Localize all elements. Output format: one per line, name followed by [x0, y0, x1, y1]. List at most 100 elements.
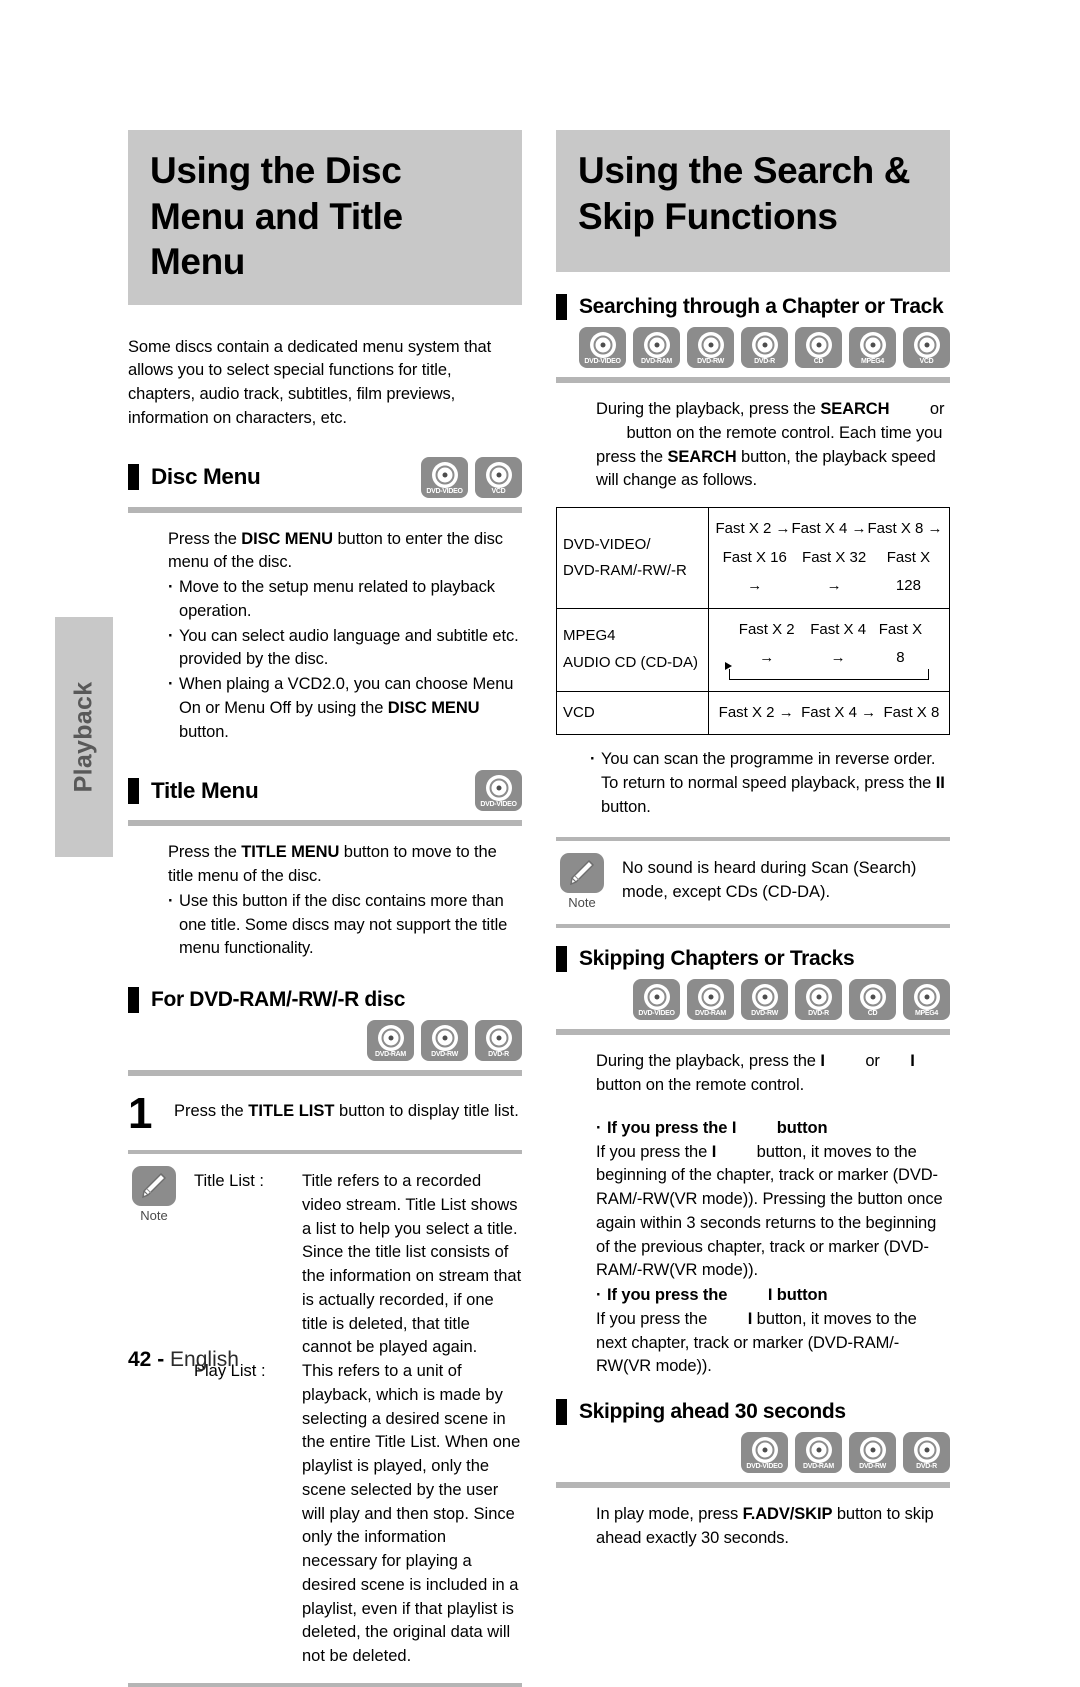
- section-heading-skip-ahead: Skipping ahead 30 seconds: [556, 1399, 950, 1425]
- note-caption: Note: [568, 895, 596, 911]
- table-row: DVD-VIDEO/ DVD-RAM/-RW/-R Fast X 2 → Fas…: [556, 507, 950, 609]
- skip-ahead-text: In play mode, press F.ADV/SKIP button to…: [596, 1505, 934, 1547]
- skip-prev-glyph-icon: I: [820, 1052, 825, 1071]
- list-item: Move to the setup menu related to playba…: [168, 576, 522, 624]
- playback-speed-table: DVD-VIDEO/ DVD-RAM/-RW/-R Fast X 2 → Fas…: [556, 507, 950, 735]
- disc-icon-label: DVD-R: [916, 1463, 937, 1470]
- disc-ring-icon: [697, 332, 724, 358]
- disc-icon-row-disc-menu: DVD-VIDEO VCD: [421, 456, 522, 498]
- skipping-intro: During the playback, press the I or I bu…: [556, 1050, 950, 1379]
- page-number: 42: [128, 1348, 152, 1371]
- numbered-step-1: 1 Press the TITLE LIST button to display…: [128, 1089, 522, 1138]
- speed-value: Fast X 32 →: [802, 548, 867, 595]
- section-heading-dvd-ram: For DVD-RAM/-RW/-R disc: [128, 987, 522, 1013]
- side-tab-label: Playback: [69, 681, 98, 793]
- format-label: DVD-VIDEO/: [563, 535, 651, 553]
- disc-icon-dvd-ram: DVD-RAM: [367, 1020, 414, 1061]
- disc-icon-vcd: VCD: [903, 327, 950, 368]
- chapter-banner-search-skip: Using the Search & Skip Functions: [556, 130, 950, 272]
- bullet-square-icon: [128, 464, 139, 490]
- section-heading-title-menu: Title Menu DVD-VIDEO: [128, 770, 522, 812]
- speed-value: Fast X 2 →: [738, 620, 795, 667]
- disc-icon-mpeg4: MPEG4: [903, 979, 950, 1021]
- skipping-intro-text: During the playback, press the I or I bu…: [596, 1052, 915, 1094]
- list-item: Use this button if the disc contains mor…: [168, 890, 522, 961]
- disc-icon-label: DVD-VIDEO: [480, 801, 517, 809]
- disc-ring-icon: [859, 1437, 886, 1463]
- section-heading-skipping: Skipping Chapters or Tracks: [556, 946, 950, 973]
- disc-icon-label: VCD: [491, 487, 506, 495]
- disc-icon-dvd-r: DVD-R: [741, 327, 788, 368]
- disc-icon-label: DVD-VIDEO: [584, 358, 621, 365]
- disc-icon-label: DVD-VIDEO: [638, 1010, 675, 1018]
- table-cell-format: VCD: [556, 690, 709, 735]
- note-text: Title List : Title refers to a recorded …: [180, 1166, 522, 1669]
- table-cell-speeds: Fast X 2 → Fast X 4 → Fast X 8: [708, 607, 950, 692]
- list-item: When plaing a VCD2.0, you can choose Men…: [168, 673, 522, 744]
- section-divider: [128, 1070, 522, 1076]
- title-menu-bullet-list: Use this button if the disc contains mor…: [168, 890, 522, 961]
- disc-icon-dvd-rw: DVD-RW: [741, 979, 788, 1021]
- disc-ring-icon: [805, 984, 832, 1011]
- disc-icon-dvd-video: DVD-VIDEO: [475, 770, 522, 812]
- skip-next-glyph-icon: I: [910, 1052, 915, 1071]
- definition-list: Title List : Title refers to a recorded …: [194, 1170, 522, 1669]
- skip-prev-glyph-icon: I: [731, 1118, 737, 1137]
- disc-ring-icon: [751, 332, 778, 358]
- disc-icon-vcd: VCD: [475, 456, 522, 498]
- disc-menu-bullet-list: Move to the setup menu related to playba…: [168, 576, 522, 744]
- disc-ring-icon: [859, 332, 886, 358]
- section-title: Skipping Chapters or Tracks: [579, 947, 855, 971]
- format-label: VCD: [563, 703, 595, 721]
- disc-icon-dvd-video: DVD-VIDEO: [421, 456, 468, 498]
- skip-next-bullet: If you press the I button: [596, 1284, 950, 1308]
- chapter-title: Using the Search & Skip Functions: [578, 150, 911, 237]
- disc-ring-icon: [913, 1437, 940, 1463]
- format-label: MPEG4: [563, 627, 616, 645]
- disc-ring-icon: [805, 1437, 832, 1463]
- disc-icon-dvd-ram: DVD-RAM: [795, 1432, 842, 1473]
- disc-icon-label: DVD-RW: [431, 1051, 458, 1058]
- searching-intro-text: During the playback, press the SEARCH or…: [596, 400, 945, 490]
- footer-separator: -: [157, 1348, 165, 1371]
- disc-icon-label: DVD-R: [754, 358, 775, 365]
- list-item: If you press the I button: [596, 1117, 950, 1141]
- disc-icon-dvd-ram: DVD-RAM: [633, 327, 680, 368]
- speed-line: Fast X 2 → Fast X 4 → Fast X 8 →: [715, 515, 943, 544]
- section-title: Disc Menu: [151, 464, 261, 489]
- loop-arrow-icon: [725, 661, 929, 680]
- disc-icon-row-skipping: DVD-VIDEO DVD-RAM DVD-RW DVD-R CD MPEG4: [556, 979, 950, 1021]
- disc-icon-label: MPEG4: [860, 358, 884, 365]
- disc-icon-label: DVD-RAM: [641, 358, 672, 365]
- section-heading-searching: Searching through a Chapter or Track: [556, 294, 950, 320]
- list-item: If you press the I button: [596, 1284, 950, 1308]
- disc-icon-dvd-rw: DVD-RW: [421, 1020, 468, 1061]
- list-item: You can scan the programme in reverse or…: [590, 748, 950, 819]
- speed-value: Fast X 8: [878, 620, 923, 667]
- disc-ring-icon: [485, 461, 512, 488]
- pencil-icon: [560, 853, 604, 894]
- disc-icon-label: DVD-R: [808, 1010, 829, 1018]
- step-text: Press the TITLE LIST button to display t…: [174, 1102, 519, 1120]
- disc-icon-label: CD: [813, 358, 824, 365]
- page-content: Using the Disc Menu and Title Menu Some …: [128, 130, 950, 1687]
- section-divider: [556, 1029, 950, 1036]
- disc-ring-icon: [643, 332, 670, 358]
- section-divider: [556, 377, 950, 383]
- disc-ring-icon: [643, 984, 670, 1011]
- disc-icon-label: VCD: [919, 358, 934, 365]
- section-title: For DVD-RAM/-RW/-R disc: [151, 988, 406, 1011]
- step-number: 1: [128, 1089, 152, 1138]
- disc-icon-dvd-r: DVD-R: [795, 979, 842, 1021]
- disc-icon-cd: CD: [795, 327, 842, 368]
- speed-value: Fast X 4 →: [791, 520, 867, 537]
- definition-description: This refers to a unit of playback, which…: [302, 1362, 521, 1666]
- section-divider: [128, 506, 522, 513]
- left-column: Using the Disc Menu and Title Menu Some …: [128, 130, 522, 1687]
- disc-icon-label: DVD-VIDEO: [746, 1463, 783, 1470]
- section-title: Searching through a Chapter or Track: [579, 295, 944, 318]
- note-box-scan: Note No sound is heard during Scan (Sear…: [556, 837, 950, 929]
- disc-icon-label: DVD-RW: [859, 1463, 886, 1470]
- pause-glyph-icon: II: [935, 773, 945, 792]
- disc-icon-label: MPEG4: [914, 1010, 938, 1018]
